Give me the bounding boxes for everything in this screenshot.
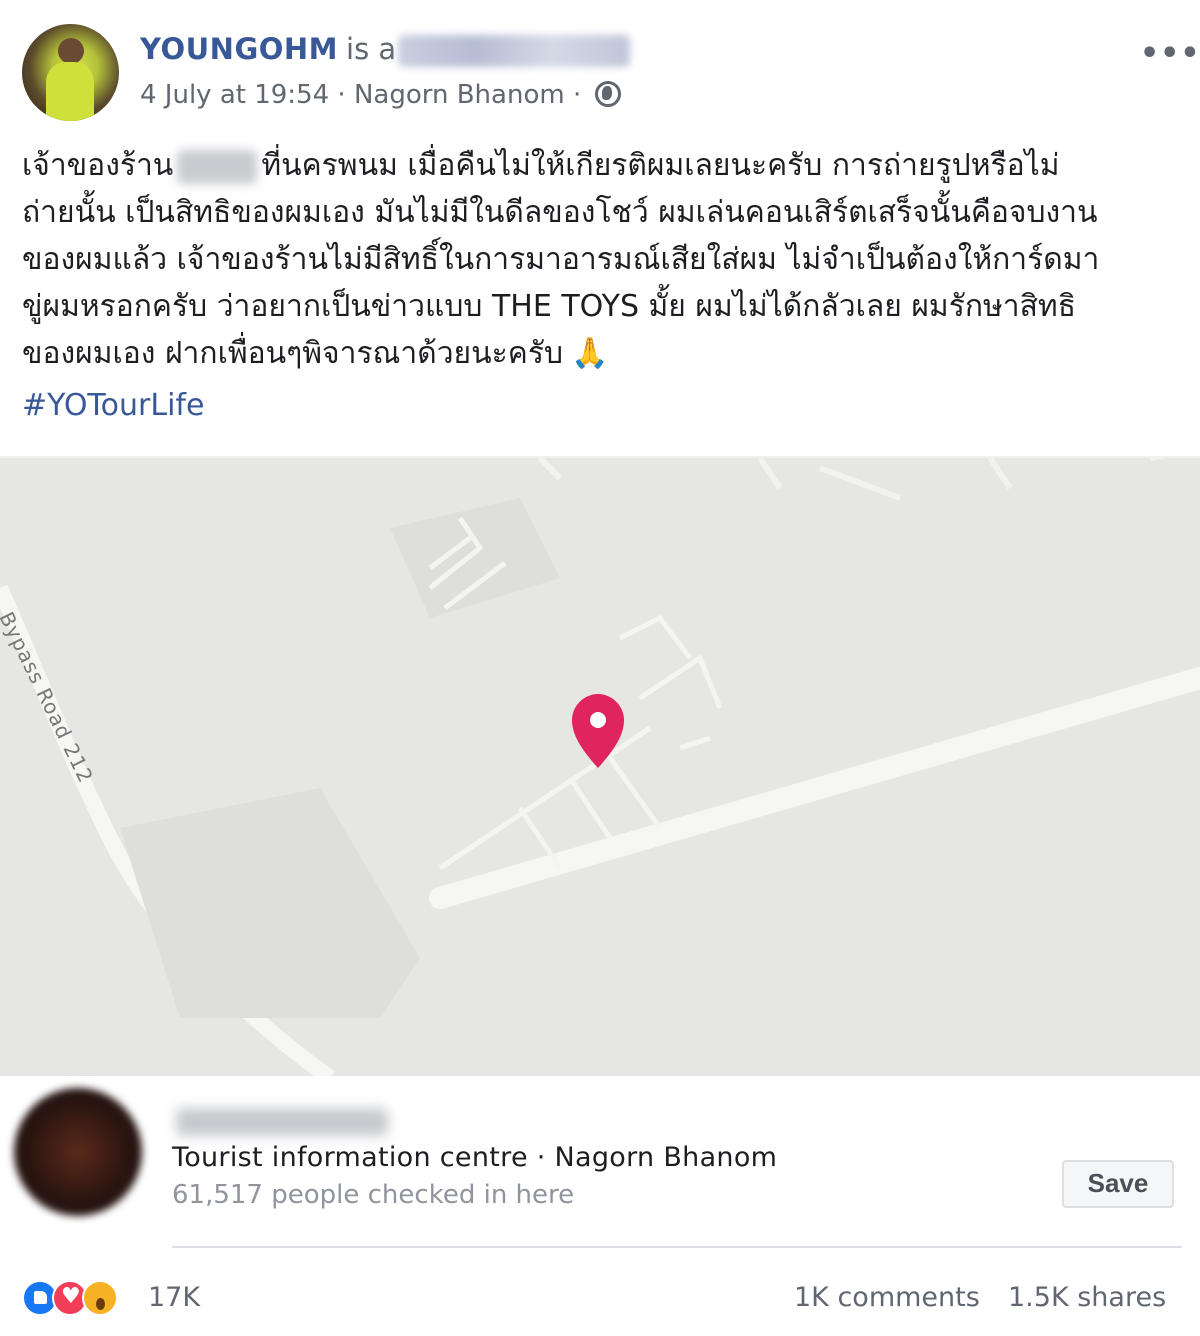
post-body: เจ้าของร้าน ที่นครพนม เมื่อคืนไม่ให้เกียร… xyxy=(22,142,1182,377)
post-header: YOUNGOHM is a 4 July at 19:54 · Nagorn Bh… xyxy=(0,0,1200,130)
redacted-shop-name xyxy=(177,149,258,184)
post-text-line: ของผมเอง ฝากเพื่อนๆพิจารณาด้วยนะครับ 🙏 xyxy=(22,330,1182,377)
post-location[interactable]: Nagorn Bhanom xyxy=(354,80,565,110)
comments-count[interactable]: 1K comments xyxy=(794,1282,980,1313)
place-checkins: 61,517 people checked in here xyxy=(172,1180,575,1210)
blurred-activity xyxy=(398,35,631,67)
praying-hands-icon: 🙏 xyxy=(570,336,609,371)
meta-separator: · xyxy=(564,80,590,110)
post-text-line: ขู่ผมหรอกครับ ว่าอยากเป็นข่าวแบบ THE TOY… xyxy=(22,289,1076,324)
author-line: YOUNGOHM is a xyxy=(140,32,631,67)
author-name[interactable]: YOUNGOHM xyxy=(140,32,338,66)
hashtag-link[interactable]: #YOTourLife xyxy=(22,388,204,423)
place-category: Tourist information centre · Nagorn Bhan… xyxy=(172,1142,778,1173)
post-text-line: ถ่ายนั้น เป็นสิทธิของผมเอง มันไม่มีในดีล… xyxy=(22,195,1098,230)
post-timestamp[interactable]: 4 July at 19:54 xyxy=(140,80,329,110)
blurred-place-name xyxy=(176,1108,388,1136)
globe-icon[interactable] xyxy=(595,81,622,107)
wow-icon xyxy=(82,1280,118,1316)
shares-count[interactable]: 1.5K shares xyxy=(1008,1282,1166,1313)
reaction-count[interactable]: 17K xyxy=(148,1282,200,1313)
post-meta: 4 July at 19:54 · Nagorn Bhanom · xyxy=(140,80,622,110)
location-pin-icon xyxy=(572,694,624,768)
map-roads xyxy=(0,458,1200,1076)
place-avatar[interactable] xyxy=(14,1088,142,1216)
location-map[interactable]: Bypass Road 212 xyxy=(0,456,1200,1076)
meta-separator: · xyxy=(329,80,354,110)
divider xyxy=(172,1246,1182,1248)
post-text-line: ของผมแล้ว เจ้าของร้านไม่มีสิทธิ์ในการมาอ… xyxy=(22,242,1100,277)
post-text-line: เจ้าของร้าน ที่นครพนม เมื่อคืนไม่ให้เกียร… xyxy=(22,148,1060,184)
save-button[interactable]: Save xyxy=(1062,1160,1174,1208)
more-options-icon[interactable]: ••• xyxy=(1140,36,1200,71)
activity-prefix: is a xyxy=(346,32,397,66)
author-avatar[interactable] xyxy=(22,24,119,121)
